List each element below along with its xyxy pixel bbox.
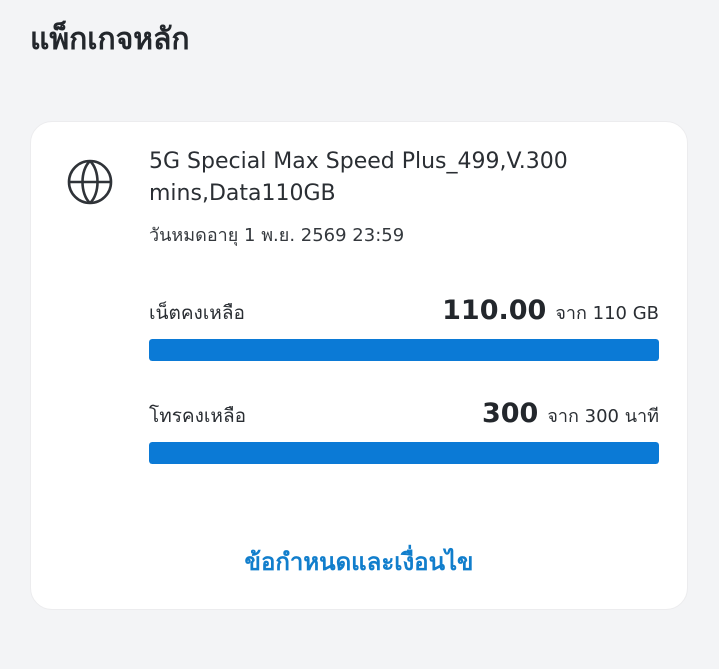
data-total: จาก 110 GB: [555, 303, 659, 324]
voice-usage-label: โทรคงเหลือ: [149, 405, 246, 427]
voice-progress-fill: [149, 442, 659, 464]
data-progress-fill: [149, 339, 659, 361]
package-card: 5G Special Max Speed Plus_499,V.300 mins…: [30, 121, 688, 610]
voice-progress-bar: [149, 442, 659, 464]
data-usage: เน็ตคงเหลือ 110.00 จาก 110 GB: [149, 295, 659, 361]
data-remaining-amount: 110.00: [442, 295, 547, 326]
voice-usage: โทรคงเหลือ 300 จาก 300 นาที: [149, 398, 659, 464]
globe-icon: [66, 158, 114, 206]
expiry-date: วันหมดอายุ 1 พ.ย. 2569 23:59: [149, 225, 405, 246]
data-progress-bar: [149, 339, 659, 361]
data-usage-label: เน็ตคงเหลือ: [149, 302, 245, 324]
section-title: แพ็กเกจหลัก: [30, 22, 190, 57]
voice-remaining-amount: 300: [481, 398, 539, 429]
package-name: 5G Special Max Speed Plus_499,V.300 mins…: [149, 149, 568, 206]
terms-conditions-link[interactable]: ข้อกำหนดและเงื่อนไข: [31, 542, 687, 581]
voice-total: จาก 300 นาที: [547, 406, 659, 427]
